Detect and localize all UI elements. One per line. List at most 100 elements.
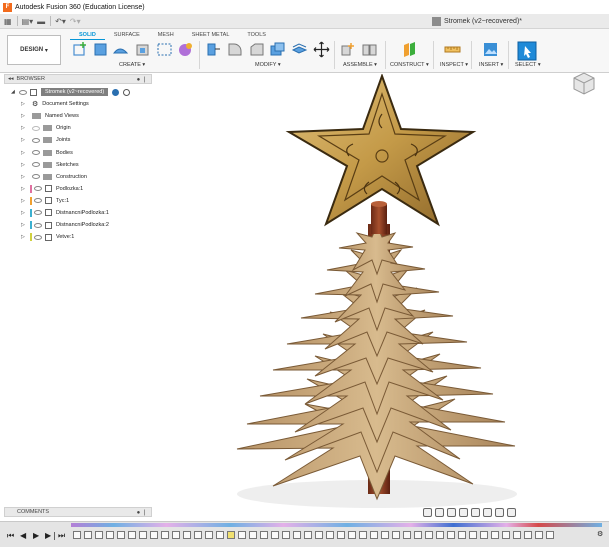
comments-panel-header[interactable]: COMMENTS ● ❘ — [4, 507, 152, 517]
browser-item-vetve[interactable]: ▷ Vetve:1 — [4, 231, 154, 243]
browser-item-distnancni-podlozka-1[interactable]: ▷ DistnancniPodlozka:1 — [4, 207, 154, 219]
timeline-feature-icon[interactable] — [403, 531, 411, 539]
step-back-icon[interactable]: ◀ — [20, 531, 26, 540]
timeline-settings-icon[interactable]: ⚙ — [597, 530, 603, 538]
document-tab[interactable]: Stromek (v2~recovered)* — [432, 15, 522, 28]
expand-triangle-icon[interactable]: ▷ — [21, 210, 26, 216]
timeline-feature-icon[interactable] — [183, 531, 191, 539]
timeline-feature-icon[interactable] — [447, 531, 455, 539]
expand-triangle-icon[interactable]: ▷ — [21, 125, 26, 131]
expand-triangle-icon[interactable]: ◢ — [11, 89, 16, 95]
timeline-feature-icon[interactable] — [249, 531, 257, 539]
comments-toggle-icon[interactable]: ● ❘ — [137, 509, 147, 516]
revolve-icon[interactable] — [134, 41, 151, 58]
timeline-feature-icon[interactable] — [392, 531, 400, 539]
visibility-eye-icon[interactable] — [34, 222, 42, 228]
browser-item-tyc[interactable]: ▷ Tyc:1 — [4, 195, 154, 207]
display-settings-icon[interactable] — [483, 507, 492, 517]
timeline-feature-icon[interactable] — [271, 531, 279, 539]
offset-plane-icon[interactable] — [401, 41, 418, 58]
pattern-icon[interactable] — [156, 41, 173, 58]
christmas-tree-model[interactable] — [236, 74, 517, 508]
select-icon[interactable] — [517, 41, 537, 61]
tab-sheet-metal[interactable]: SHEET METAL — [183, 31, 239, 40]
timeline-feature-icon[interactable] — [84, 531, 92, 539]
look-at-icon[interactable] — [435, 507, 444, 517]
timeline-feature-icon[interactable] — [227, 531, 235, 539]
timeline-feature-icon[interactable] — [139, 531, 147, 539]
pan-icon[interactable] — [447, 507, 456, 517]
expand-triangle-icon[interactable]: ▷ — [21, 174, 26, 180]
browser-item-bodies[interactable]: ▷ Bodies — [4, 146, 154, 158]
orbit-icon[interactable] — [423, 507, 432, 517]
create-group-label[interactable]: CREATE ▾ — [119, 62, 145, 68]
go-to-start-icon[interactable]: ⏮ — [7, 531, 14, 541]
visibility-eye-icon[interactable] — [32, 125, 40, 131]
timeline-feature-icon[interactable] — [304, 531, 312, 539]
visibility-eye-icon[interactable] — [32, 162, 40, 168]
browser-header[interactable]: ◂◂ BROWSER ● ❘ — [4, 74, 152, 84]
timeline-feature-icon[interactable] — [414, 531, 422, 539]
timeline-feature-icon[interactable] — [161, 531, 169, 539]
browser-item-construction[interactable]: ▷ Construction — [4, 171, 154, 183]
go-to-end-icon[interactable]: ⏭ — [58, 531, 65, 541]
timeline-feature-icon[interactable] — [326, 531, 334, 539]
workspace-switcher-button[interactable]: DESIGN ▾ — [7, 35, 61, 65]
fit-icon[interactable] — [471, 507, 480, 517]
timeline-feature-icon[interactable] — [117, 531, 125, 539]
browser-item-joints[interactable]: ▷ Joints — [4, 134, 154, 146]
save-icon[interactable]: ▬ — [37, 16, 45, 27]
timeline-feature-icon[interactable] — [546, 531, 554, 539]
timeline-feature-icon[interactable] — [458, 531, 466, 539]
file-menu-icon[interactable]: ▤▾ — [22, 16, 34, 27]
timeline-feature-icon[interactable] — [524, 531, 532, 539]
select-group-label[interactable]: SELECT ▾ — [515, 62, 541, 68]
visibility-eye-icon[interactable] — [34, 234, 42, 240]
timeline-feature-icon[interactable] — [337, 531, 345, 539]
modify-group-label[interactable]: MODIFY ▾ — [255, 62, 281, 68]
3d-viewport[interactable] — [155, 74, 609, 520]
browser-item-podlozka[interactable]: ▷ Podlozka:1 — [4, 183, 154, 195]
expand-triangle-icon[interactable]: ▷ — [21, 234, 26, 240]
browser-item-origin[interactable]: ▷ Origin — [4, 122, 154, 134]
timeline-feature-icon[interactable] — [425, 531, 433, 539]
browser-item-named-views[interactable]: ▷ Named Views — [4, 110, 154, 122]
redo-icon[interactable]: ↷▾ — [70, 16, 81, 27]
collapse-panel-icon[interactable]: ◂◂ — [8, 76, 14, 82]
expand-triangle-icon[interactable]: ▷ — [21, 198, 26, 204]
visibility-eye-icon[interactable] — [34, 198, 42, 204]
timeline-feature-icon[interactable] — [502, 531, 510, 539]
browser-item-sketches[interactable]: ▷ Sketches — [4, 159, 154, 171]
tab-surface[interactable]: SURFACE — [105, 31, 149, 40]
timeline-feature-icon[interactable] — [260, 531, 268, 539]
measure-icon[interactable] — [444, 41, 461, 58]
timeline-feature-icon[interactable] — [106, 531, 114, 539]
browser-root-row[interactable]: ◢ Stromek (v2~recovered) — [4, 86, 154, 98]
viewports-icon[interactable] — [507, 507, 516, 517]
timeline-feature-icon[interactable] — [535, 531, 543, 539]
fillet-icon[interactable] — [226, 41, 243, 58]
timeline-feature-icon[interactable] — [348, 531, 356, 539]
timeline-feature-icon[interactable] — [315, 531, 323, 539]
chamfer-icon[interactable] — [248, 41, 265, 58]
timeline-feature-icon[interactable] — [480, 531, 488, 539]
expand-triangle-icon[interactable]: ▷ — [21, 101, 26, 107]
visibility-eye-icon[interactable] — [32, 174, 40, 180]
expand-triangle-icon[interactable]: ▷ — [21, 186, 26, 192]
browser-toggle-icon[interactable]: ● ❘ — [137, 76, 147, 83]
timeline-feature-icon[interactable] — [216, 531, 224, 539]
visibility-eye-icon[interactable] — [32, 137, 40, 143]
tab-tools[interactable]: TOOLS — [238, 31, 275, 40]
tab-mesh[interactable]: MESH — [149, 31, 183, 40]
shell-icon[interactable] — [269, 41, 286, 58]
visibility-eye-icon[interactable] — [32, 150, 40, 156]
timeline-feature-icon[interactable] — [293, 531, 301, 539]
timeline-feature-icon[interactable] — [381, 531, 389, 539]
visibility-eye-icon[interactable] — [34, 186, 42, 192]
browser-item-distnancni-podlozka-2[interactable]: ▷ DistnancniPodlozka:2 — [4, 219, 154, 231]
expand-triangle-icon[interactable]: ▷ — [21, 150, 26, 156]
radio-icon[interactable] — [123, 88, 131, 96]
zoom-icon[interactable] — [459, 507, 468, 517]
inspect-group-label[interactable]: INSPECT ▾ — [440, 62, 468, 68]
step-forward-icon[interactable]: ▶❘ — [45, 531, 58, 540]
